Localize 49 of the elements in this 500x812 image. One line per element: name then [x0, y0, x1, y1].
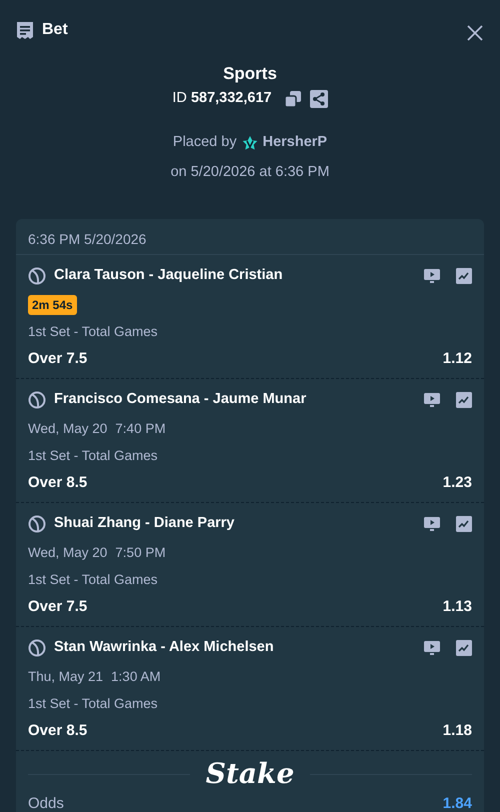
window-title: Bet	[42, 20, 68, 40]
stats-button[interactable]	[456, 516, 472, 532]
selection: Over 8.5	[28, 472, 88, 493]
match-title: Stan Wawrinka - Alex Michelsen	[54, 638, 275, 658]
market-name: 1st Set - Total Games	[28, 695, 159, 713]
leg-odds: 1.18	[442, 720, 472, 741]
market-name: 1st Set - Total Games	[28, 323, 159, 341]
match-date: Wed, May 20	[28, 420, 108, 436]
selection: Over 7.5	[28, 348, 88, 369]
match-time: 7:40 PM	[115, 420, 166, 436]
tennis-ball-icon	[28, 515, 46, 534]
placed-by-label: Placed by	[172, 132, 237, 152]
tennis-ball-icon	[28, 391, 46, 410]
bet-category: Sports	[222, 64, 278, 84]
stream-button[interactable]	[424, 641, 440, 656]
tennis-ball-icon	[28, 267, 46, 286]
leg-odds: 1.12	[442, 348, 472, 369]
live-timer: 2m 54s	[28, 294, 77, 314]
leg-odds: 1.23	[442, 472, 472, 493]
bet-id: ID 587,332,617	[172, 89, 272, 108]
match-title: Shuai Zhang - Diane Parry	[54, 514, 236, 534]
match-title: Francisco Comesana - Jaume Munar	[54, 390, 308, 410]
tennis-ball-icon	[28, 639, 46, 658]
receipt-icon	[16, 20, 34, 40]
stream-button[interactable]	[424, 269, 440, 284]
stats-button[interactable]	[456, 268, 472, 284]
market-name: 1st Set - Total Games	[28, 447, 159, 465]
summary-label: Odds	[28, 794, 64, 812]
username: HersherP	[262, 132, 328, 152]
match-time: 7:50 PM	[115, 544, 166, 560]
stats-button[interactable]	[456, 392, 472, 408]
match-time: 1:30 AM	[111, 668, 161, 684]
summary-value: 1.84	[442, 794, 472, 812]
leg-odds: 1.13	[442, 596, 472, 617]
selection: Over 7.5	[28, 596, 88, 617]
stream-button[interactable]	[424, 517, 440, 532]
stream-button[interactable]	[424, 393, 440, 408]
placed-date: on 5/20/2026 at 6:36 PM	[170, 162, 330, 182]
share-button[interactable]	[310, 90, 328, 108]
match-date: Thu, May 21	[28, 668, 104, 684]
stats-button[interactable]	[456, 640, 472, 656]
brand-logo: Stake	[206, 757, 294, 792]
copy-button[interactable]	[284, 90, 302, 108]
match-title: Clara Tauson - Jaqueline Cristian	[54, 266, 284, 286]
slip-timestamp: 6:36 PM 5/20/2026	[16, 219, 484, 256]
selection: Over 8.5	[28, 720, 88, 741]
vip-star-icon	[240, 134, 259, 152]
market-name: 1st Set - Total Games	[28, 571, 159, 589]
match-date: Wed, May 20	[28, 544, 108, 560]
